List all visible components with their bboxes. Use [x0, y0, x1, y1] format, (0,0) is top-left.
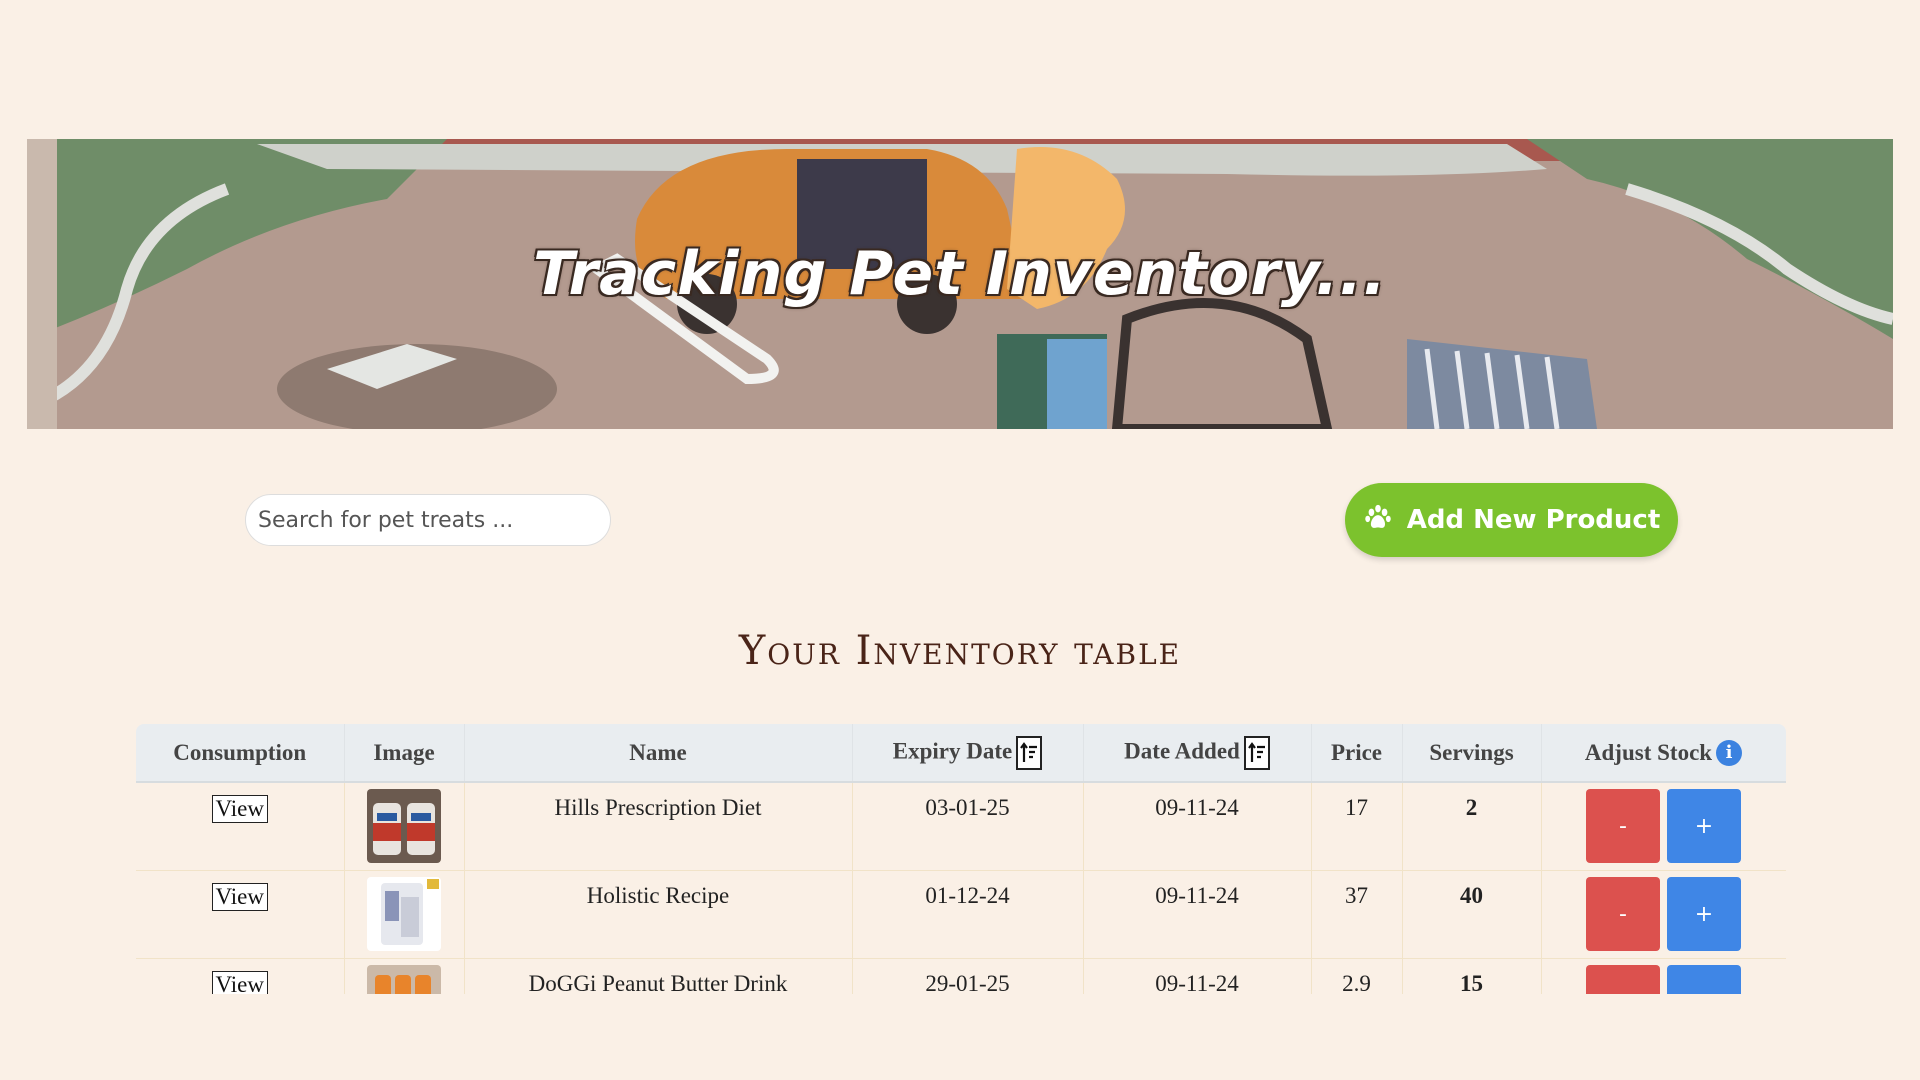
adjust-stock-cell: -+ [1541, 870, 1786, 959]
adjust-stock-cell: -+ [1541, 958, 1786, 994]
col-header-consumption: Consumption [136, 724, 345, 783]
col-header-date-added-label: Date Added [1124, 737, 1240, 763]
consumption-cell: View [136, 782, 345, 871]
view-button[interactable]: View [211, 883, 268, 911]
consumption-cell: View [136, 958, 345, 994]
image-cell [344, 782, 465, 871]
col-header-date-added: Date Added [1083, 724, 1312, 783]
col-header-expiry-label: Expiry Date [892, 737, 1013, 763]
col-header-image: Image [344, 724, 465, 783]
col-header-adjust-stock: Adjust Stock i [1541, 724, 1786, 783]
consumption-cell: View [136, 870, 345, 959]
info-icon[interactable]: i [1716, 739, 1743, 766]
add-new-product-label: Add New Product [1406, 505, 1661, 535]
table-row: View Hills Prescription Diet 03-01-25 09… [136, 782, 1786, 871]
sort-icon[interactable] [1243, 735, 1270, 770]
expiry-date-cell: 03-01-25 [852, 782, 1084, 871]
name-cell: Hills Prescription Diet [464, 782, 853, 871]
product-thumbnail [367, 965, 441, 994]
adjust-stock-cell: -+ [1541, 782, 1786, 871]
increase-stock-button[interactable]: + [1667, 965, 1741, 994]
decrease-stock-button[interactable]: - [1586, 789, 1660, 863]
table-row: View Holistic Recipe 01-12-24 09-11-24 3… [136, 870, 1786, 959]
name-cell: Holistic Recipe [464, 870, 853, 959]
col-header-price: Price [1311, 724, 1403, 783]
view-button[interactable]: View [211, 971, 268, 994]
expiry-date-cell: 29-01-25 [852, 958, 1084, 994]
price-cell: 37 [1311, 870, 1403, 959]
inventory-table: Consumption Image Name Expiry Date Date … [136, 724, 1786, 994]
image-cell [344, 958, 465, 994]
table-row: View DoGGi Peanut Butter Drink 29-01-25 … [136, 958, 1786, 994]
price-cell: 2.9 [1311, 958, 1403, 994]
servings-cell: 15 [1402, 958, 1542, 994]
increase-stock-button[interactable]: + [1667, 789, 1741, 863]
date-added-cell: 09-11-24 [1083, 870, 1312, 959]
expiry-date-cell: 01-12-24 [852, 870, 1084, 959]
price-cell: 17 [1311, 782, 1403, 871]
view-button[interactable]: View [211, 795, 268, 823]
increase-stock-button[interactable]: + [1667, 877, 1741, 951]
date-added-cell: 09-11-24 [1083, 782, 1312, 871]
decrease-stock-button[interactable]: - [1586, 965, 1660, 994]
banner-title: Tracking Pet Inventory... [533, 239, 1387, 309]
page-title: Your Inventory table [738, 628, 1182, 674]
image-cell [344, 870, 465, 959]
col-header-adjust-stock-label: Adjust Stock [1584, 739, 1713, 765]
servings-cell: 2 [1402, 782, 1542, 871]
name-cell: DoGGi Peanut Butter Drink [464, 958, 853, 994]
col-header-expiry-date: Expiry Date [852, 724, 1084, 783]
paw-icon [1363, 502, 1393, 539]
search-input[interactable] [245, 494, 611, 546]
hero-banner: Tracking Pet Inventory... [27, 139, 1893, 429]
col-header-servings: Servings [1402, 724, 1542, 783]
add-new-product-button[interactable]: Add New Product [1345, 483, 1678, 557]
date-added-cell: 09-11-24 [1083, 958, 1312, 994]
product-thumbnail [367, 789, 441, 863]
sort-icon[interactable] [1016, 735, 1043, 770]
table-header-row: Consumption Image Name Expiry Date Date … [136, 724, 1786, 783]
product-thumbnail [367, 877, 441, 951]
decrease-stock-button[interactable]: - [1586, 877, 1660, 951]
servings-cell: 40 [1402, 870, 1542, 959]
col-header-name: Name [464, 724, 853, 783]
